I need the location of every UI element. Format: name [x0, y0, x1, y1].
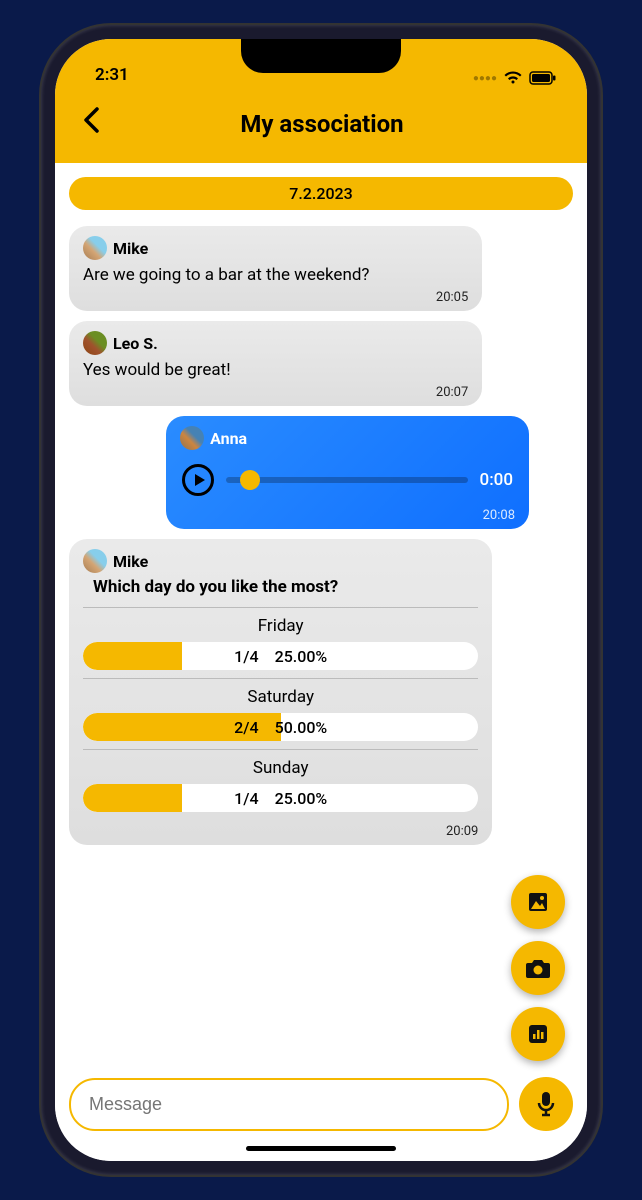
back-button[interactable]	[75, 107, 107, 141]
avatar	[180, 426, 204, 450]
wifi-icon	[503, 71, 523, 85]
avatar	[83, 549, 107, 573]
avatar	[83, 331, 107, 355]
battery-icon	[529, 71, 557, 85]
poll-votes: 2/4	[234, 718, 258, 737]
phone-frame: 2:31 ●●●● My association 7.2.2023 Mike A…	[41, 25, 601, 1175]
message-anna-audio: Anna 0:00 20:08	[166, 416, 529, 529]
fab-column	[511, 875, 565, 1061]
message-input[interactable]	[69, 1078, 509, 1131]
poll-pct: 50.00%	[275, 718, 328, 737]
chevron-left-icon	[83, 107, 99, 133]
poll-votes: 1/4	[234, 789, 258, 808]
poll-option-friday[interactable]: Friday 1/4 25.00%	[83, 607, 478, 678]
page-title: My association	[107, 110, 537, 138]
message-time: 20:07	[83, 385, 468, 400]
message-leo: Leo S. Yes would be great! 20:07	[69, 321, 482, 406]
message-time: 20:09	[83, 824, 478, 839]
notch	[241, 39, 401, 73]
poll-pct: 25.00%	[275, 647, 328, 666]
poll-option-label: Saturday	[83, 687, 478, 707]
camera-button[interactable]	[511, 941, 565, 995]
message-time: 20:05	[83, 290, 468, 305]
message-time: 20:08	[180, 508, 515, 523]
message-mike-1: Mike Are we going to a bar at the weeken…	[69, 226, 482, 311]
sender-name: Mike	[113, 552, 148, 571]
sender-name: Mike	[113, 239, 148, 258]
poll-option-saturday[interactable]: Saturday 2/4 50.00%	[83, 678, 478, 749]
poll-question: Which day do you like the most?	[93, 577, 478, 597]
date-badge: 7.2.2023	[69, 177, 573, 210]
home-indicator[interactable]	[246, 1146, 396, 1151]
play-button[interactable]	[182, 464, 214, 496]
message-poll: Mike Which day do you like the most? Fri…	[69, 539, 492, 845]
status-icons: ●●●●	[473, 71, 557, 85]
gallery-button[interactable]	[511, 875, 565, 929]
slider-thumb[interactable]	[240, 470, 260, 490]
message-text: Are we going to a bar at the weekend?	[83, 264, 468, 286]
sender-name: Leo S.	[113, 334, 158, 353]
bar-chart-icon	[527, 1023, 549, 1045]
audio-slider[interactable]	[226, 477, 467, 483]
poll-button[interactable]	[511, 1007, 565, 1061]
audio-time: 0:00	[480, 470, 513, 490]
image-icon	[526, 890, 550, 914]
poll-option-label: Friday	[83, 616, 478, 636]
phone-screen: 2:31 ●●●● My association 7.2.2023 Mike A…	[55, 39, 587, 1161]
status-time: 2:31	[95, 65, 129, 85]
sender-name: Anna	[210, 429, 247, 448]
camera-icon	[525, 957, 551, 979]
poll-votes: 1/4	[234, 647, 258, 666]
voice-button[interactable]	[519, 1077, 573, 1131]
chat-body[interactable]: 7.2.2023 Mike Are we going to a bar at t…	[55, 163, 587, 1065]
poll-option-label: Sunday	[83, 758, 478, 778]
mic-icon	[536, 1091, 556, 1117]
more-dots-icon: ●●●●	[473, 73, 497, 84]
poll-pct: 25.00%	[275, 789, 328, 808]
message-text: Yes would be great!	[83, 359, 468, 381]
header: My association	[55, 89, 587, 163]
poll-option-sunday[interactable]: Sunday 1/4 25.00%	[83, 749, 478, 820]
avatar	[83, 236, 107, 260]
